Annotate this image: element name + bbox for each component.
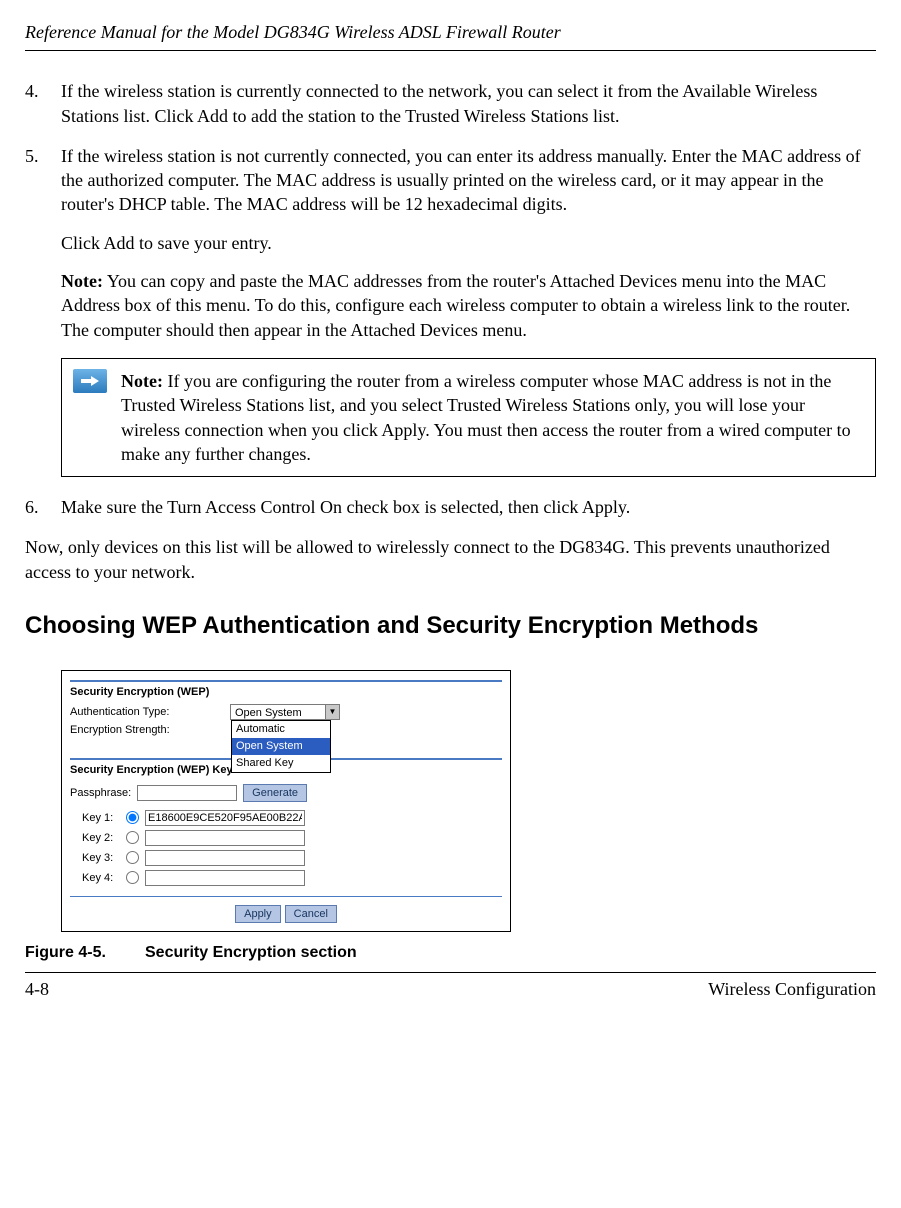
divider: [70, 896, 502, 897]
figure-caption: Figure 4-5.Security Encryption section: [25, 942, 876, 964]
key-label: Key 3:: [82, 851, 120, 866]
list-body: If the wireless station is not currently…: [61, 144, 876, 342]
auth-type-selected: Open System: [231, 705, 325, 719]
list-text: Click Add to save your entry.: [61, 231, 876, 255]
key4-row: Key 4:: [82, 870, 502, 886]
key2-row: Key 2:: [82, 830, 502, 846]
footer-rule: [25, 972, 876, 973]
section-title: Security Encryption (WEP): [70, 685, 502, 700]
footer-section: Wireless Configuration: [708, 977, 876, 1001]
body-paragraph: Now, only devices on this list will be a…: [25, 535, 876, 584]
dropdown-option[interactable]: Automatic: [232, 721, 330, 738]
list-text: If the wireless station is currently con…: [61, 79, 876, 128]
apply-button[interactable]: Apply: [235, 905, 281, 923]
dropdown-option[interactable]: Open System: [232, 738, 330, 755]
note-callout-box: Note: If you are configuring the router …: [61, 358, 876, 477]
dropdown-option[interactable]: Shared Key: [232, 755, 330, 772]
generate-button[interactable]: Generate: [243, 784, 307, 802]
note-text: You can copy and paste the MAC addresses…: [61, 271, 850, 340]
button-row: Apply Cancel: [70, 905, 502, 923]
header-rule: [25, 50, 876, 51]
cancel-button[interactable]: Cancel: [285, 905, 337, 923]
page-footer: 4-8 Wireless Configuration: [25, 977, 876, 1001]
divider: [70, 680, 502, 682]
key2-radio[interactable]: [126, 831, 139, 844]
list-body: Make sure the Turn Access Control On che…: [61, 495, 876, 519]
list-item-5: 5. If the wireless station is not curren…: [25, 144, 876, 342]
note-text-cell: Note: If you are configuring the router …: [117, 359, 875, 476]
note-icon-cell: [62, 359, 117, 476]
key3-row: Key 3:: [82, 850, 502, 866]
page-number: 4-8: [25, 977, 49, 1001]
key4-radio[interactable]: [126, 871, 139, 884]
passphrase-row: Passphrase: Generate: [70, 784, 502, 802]
list-number: 4.: [25, 79, 61, 128]
auth-type-dropdown[interactable]: Automatic Open System Shared Key: [231, 720, 331, 773]
list-item-4: 4. If the wireless station is currently …: [25, 79, 876, 128]
auth-type-row: Authentication Type: Open System ▼ Autom…: [70, 704, 502, 720]
key1-radio[interactable]: [126, 811, 139, 824]
note-label: Note:: [121, 371, 163, 391]
key1-row: Key 1:: [82, 810, 502, 826]
list-number: 6.: [25, 495, 61, 519]
running-header: Reference Manual for the Model DG834G Wi…: [25, 20, 876, 44]
auth-type-label: Authentication Type:: [70, 705, 230, 720]
figure-number: Figure 4-5.: [25, 942, 145, 964]
list-text: Make sure the Turn Access Control On che…: [61, 495, 876, 519]
key3-input[interactable]: [145, 850, 305, 866]
auth-type-select[interactable]: Open System ▼ Automatic Open System Shar…: [230, 704, 340, 720]
list-body: If the wireless station is currently con…: [61, 79, 876, 128]
list-item-6: 6. Make sure the Turn Access Control On …: [25, 495, 876, 519]
list-text: If the wireless station is not currently…: [61, 144, 876, 217]
list-number: 5.: [25, 144, 61, 342]
key1-input[interactable]: [145, 810, 305, 826]
note-label: Note:: [61, 271, 103, 291]
passphrase-input[interactable]: [137, 785, 237, 801]
section-heading: Choosing WEP Authentication and Security…: [25, 610, 876, 642]
screenshot-figure: Security Encryption (WEP) Authentication…: [61, 670, 511, 932]
enc-strength-label: Encryption Strength:: [70, 723, 230, 738]
key3-radio[interactable]: [126, 851, 139, 864]
key-label: Key 4:: [82, 871, 120, 886]
inline-note: Note: You can copy and paste the MAC add…: [61, 269, 876, 342]
key4-input[interactable]: [145, 870, 305, 886]
note-text: If you are configuring the router from a…: [121, 371, 851, 464]
passphrase-label: Passphrase:: [70, 786, 131, 801]
key-label: Key 1:: [82, 811, 120, 826]
arrow-right-icon: [73, 369, 107, 393]
figure-title: Security Encryption section: [145, 944, 357, 961]
chevron-down-icon[interactable]: ▼: [325, 705, 339, 719]
key-label: Key 2:: [82, 831, 120, 846]
key2-input[interactable]: [145, 830, 305, 846]
